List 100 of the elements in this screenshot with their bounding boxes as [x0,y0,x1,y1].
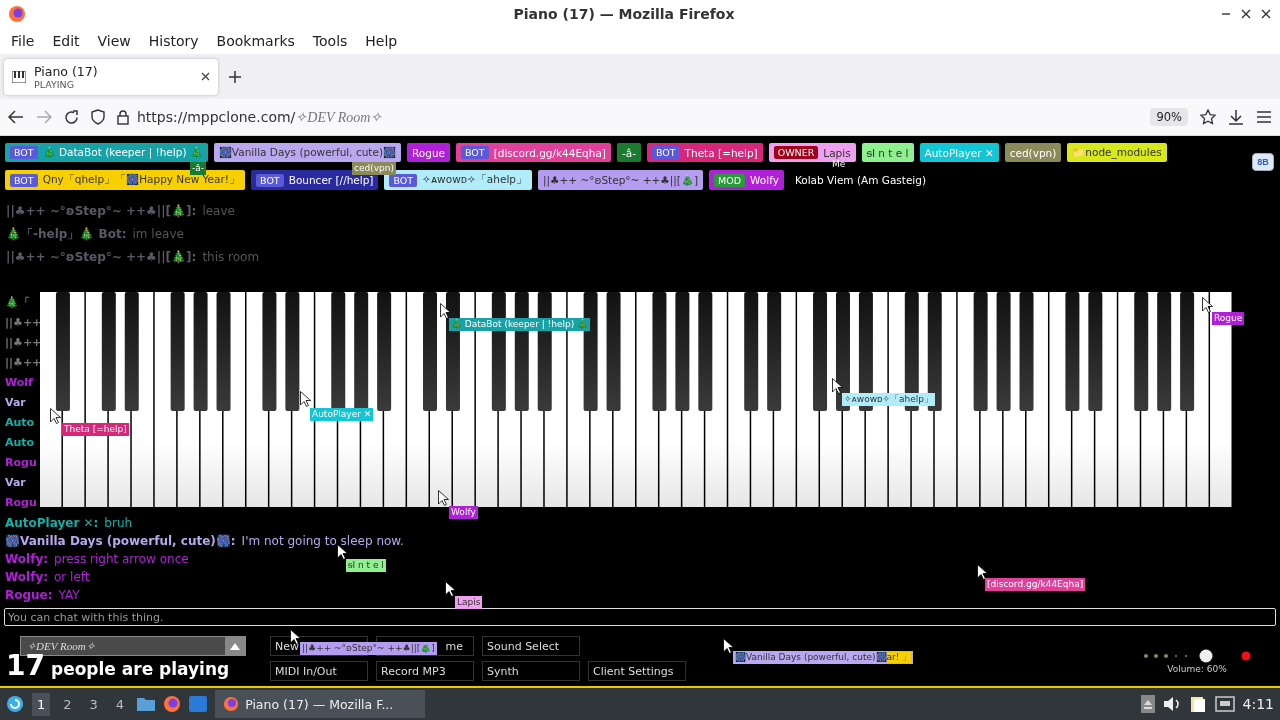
user-badge[interactable]: Rogue [407,143,450,163]
user-badge[interactable]: BOT Qny「qhelp」「🎆Happy New Year!」 [5,170,246,191]
menu-button[interactable]: Synth [482,661,580,682]
menu-button[interactable]: Record MP3 [376,661,474,682]
user-name[interactable]: Kolab Viem (Am Gasteig) [789,170,932,191]
workspace-button[interactable]: 1 [32,692,51,716]
user-name: Rogue [412,146,445,159]
back-icon[interactable] [8,110,24,125]
chat-message: 🎄「-help」🎄 Bot: im leave [6,227,184,242]
chat-fragment: Auto [5,416,36,430]
chat-message: AutoPlayer ✕: bruh [5,516,133,531]
player-caption: people are playing [50,659,230,680]
role-tag: BOT [461,146,489,160]
menu-item[interactable]: Tools [303,33,357,49]
cursor-label: Wolfy [449,506,478,520]
workspace-button[interactable]: 2 [58,692,77,716]
workspace-button[interactable]: 3 [84,692,103,716]
user-badge[interactable]: BOT 🎄 DataBot (keeper | !help) 🎄 [5,143,208,163]
tab-status: PLAYING [34,78,76,90]
user-name: [discord.gg/k44Eqha] [493,146,606,159]
corner-button[interactable]: 8B [1252,153,1274,172]
clipboard-icon[interactable] [1188,695,1207,714]
star-icon[interactable] [1200,109,1216,126]
menu-item[interactable]: File [2,33,44,49]
reload-icon[interactable] [64,109,79,125]
chat-message: ||♣++ ~°ʚStep°~ ++♣||[🎄]: this room [6,250,260,265]
user-badge[interactable]: MOD Wolfy [709,170,784,191]
close-icon[interactable] [201,72,210,82]
user-name: 🎄 DataBot (keeper | !help) 🎄 [42,146,203,160]
user-name: Wolfy [750,174,779,187]
user-name: ||♣++ ~°ʚStep°~ ++♣||[🎄] [543,173,699,187]
chat-fragment: Var [5,396,27,410]
user-badge[interactable]: -â- [616,143,641,163]
browser-tab[interactable]: Piano (17) PLAYING [4,58,218,95]
speaker-icon[interactable] [1162,696,1181,713]
cursor-label: Theta [=help] [62,423,129,437]
plus-icon[interactable] [228,69,242,84]
browser-logo-icon[interactable] [163,695,182,714]
chat-fragment: Rogu [5,456,38,470]
chat-fragment: ||♣++ [5,336,40,350]
user-name: 🎆Vanilla Days (powerful, cute)🎆 [218,146,396,160]
folder-icon[interactable] [137,697,156,712]
cursor-icon [977,564,988,581]
chat-message: 🎆Vanilla Days (powerful, cute)🎆: I'm not going to sleep now. [5,534,404,549]
chat-fragment: ||♣++ [5,356,40,370]
role-tag: BOT [10,146,38,160]
task-title: Piano (17) — Mozilla F... [245,696,394,712]
menu-icon[interactable] [1256,110,1272,125]
role-tag: BOT [389,173,418,187]
menu-button[interactable]: Client Settings [588,661,686,682]
download-icon[interactable] [1228,109,1244,126]
chat-fragment: Rogu [5,496,38,510]
menu-item[interactable]: Help [356,33,407,49]
workspace-button[interactable]: 4 [110,692,130,716]
network-icon[interactable] [1214,696,1235,713]
user-name: Qny「qhelp」「🎆Happy New Year!」 [42,173,241,188]
cursor-label: ||♣++ ~°ʚStep°~ ++♣||[🎄] [300,642,437,656]
user-name: ᵴI n t e l [866,146,909,159]
menu-button[interactable]: Sound Select [482,636,580,657]
user-badge[interactable]: ||♣++ ~°ʚStep°~ ++♣||[🎄] [538,170,704,191]
eject-icon[interactable] [1140,695,1155,714]
menu-item[interactable]: View [88,33,140,49]
user-name: Theta [=help] [684,146,758,159]
cursor-icon [445,581,456,598]
chat-fragment: Wolf [5,376,34,390]
taskbar-task[interactable]: Piano (17) — Mozilla F... [215,690,426,719]
volume-knob-drawing[interactable] [1142,649,1252,664]
cursor-label: Rogue [1212,312,1245,326]
menu-item[interactable]: Edit [43,33,89,49]
user-badge[interactable]: ᵴI n t e l [861,143,914,163]
user-badge[interactable]: 🎆Vanilla Days (powerful, cute)🎆 [213,143,401,163]
cursor-icon [723,638,734,655]
cursor-label: ced(vpn) [352,162,396,176]
window-controls-icon[interactable] [1222,7,1272,20]
user-name: Lapis [823,146,851,159]
chat-fragment: 🎄「 [5,296,31,310]
user-badge[interactable]: ced(vpn) [1004,143,1062,163]
volume-label: Volume: 60% [1167,664,1227,675]
role-tag: BOT [256,173,284,187]
menu-button[interactable]: MIDI In/Out [270,661,368,682]
chat-input[interactable]: You can chat with this thing. [4,608,1276,627]
tab-title: Piano (17) [34,63,99,79]
zoom-level[interactable]: 90% [1150,108,1188,127]
lock-icon[interactable] [117,109,129,125]
browser-logo-icon [8,4,26,23]
user-name: ced(vpn) [1009,146,1057,159]
cursor-label: AutoPlayer ✕ [310,408,374,422]
url-text[interactable]: https://mppclone.com/✧DEV Room✧ [137,108,383,126]
user-name: -â- [621,146,636,159]
user-badge[interactable]: BOT Theta [=help] [646,143,763,163]
user-badge[interactable]: 📁node_modules [1067,143,1167,163]
user-badge[interactable]: BOT [discord.gg/k44Eqha] [456,143,611,163]
shield-icon[interactable] [91,109,105,126]
cursor-label: Lapis [455,596,483,610]
menu-item[interactable]: Bookmarks [207,33,304,49]
cursor-label: -â- [190,162,206,176]
user-name: Bouncer [//help] [288,174,374,187]
start-menu-icon[interactable] [6,695,24,714]
menu-item[interactable]: History [139,33,208,49]
role-tag: OWNER [773,146,819,160]
